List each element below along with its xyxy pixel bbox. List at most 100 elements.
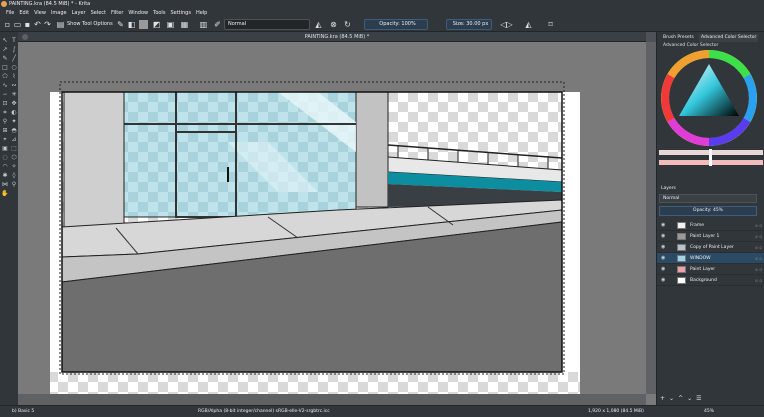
text-tool-icon[interactable]: T [10,36,18,45]
layer-row-selected[interactable]: ◉ WINDOW ⊘ α [657,253,764,264]
reload-preset-icon[interactable]: ↻ [343,20,352,29]
select-shapes-tool-icon[interactable]: ↖ [1,36,9,45]
layer-lock-icon[interactable]: ⊘ α [755,253,762,264]
visibility-eye-icon[interactable]: ◉ [661,220,667,231]
move-layer-up-icon[interactable]: ^ [678,392,683,405]
zoom-level[interactable]: 45% [704,406,714,417]
menu-window[interactable]: Window [128,9,148,17]
document-tab[interactable]: PAINTING.kra (84.5 MiB) * [18,32,656,42]
layer-lock-icon[interactable]: ⊘ α [755,275,762,286]
ellipse-tool-icon[interactable]: ○ [10,63,18,72]
new-document-icon[interactable]: ▫ [3,20,12,29]
fill-mode-icon[interactable]: ▣ [166,20,175,29]
layer-opacity-slider[interactable]: Opacity: 45% [659,206,757,216]
visibility-eye-icon[interactable]: ◉ [661,275,667,286]
reference-tool-icon[interactable]: ▣ [1,144,9,153]
layer-properties-icon[interactable]: ☰ [696,392,701,405]
visibility-eye-icon[interactable]: ◉ [661,242,667,253]
size-slider[interactable]: Size: 30.00 px [446,19,492,30]
fg-bg-color-icon[interactable]: ◩ [152,20,161,29]
layer-lock-icon[interactable]: ⊘ α [755,264,762,275]
freehand-path-tool-icon[interactable]: ∾ [10,81,18,90]
layout-icon[interactable]: ▦ [180,20,189,29]
eraser-icon[interactable]: ◭ [314,20,323,29]
undo-icon[interactable]: ↶ [33,20,42,29]
smart-patch-tool-icon[interactable]: ⊞ [1,126,9,135]
menu-file[interactable]: File [6,9,14,17]
canvas-area[interactable]: PAINTING.kra (84.5 MiB) * [18,32,656,405]
menu-tools[interactable]: Tools [153,9,165,17]
menu-edit[interactable]: Edit [19,9,29,17]
layer-row[interactable]: ◉ Copy of Paint Layer ⊘ α [657,242,764,253]
layer-row[interactable]: ◉ Paint Layer 1 ⊘ α [657,231,764,242]
open-document-icon[interactable]: ▭ [13,20,22,29]
menu-image[interactable]: Image [51,9,67,17]
polygon-tool-icon[interactable]: ⬠ [1,72,9,81]
bezier-tool-icon[interactable]: ∿ [1,81,9,90]
tab-advanced-color-selector[interactable]: Advanced Color Selector [699,34,759,42]
visibility-eye-icon[interactable]: ◉ [661,264,667,275]
pattern-swatch-icon[interactable] [139,20,148,29]
layer-row[interactable]: ◉ Paint Layer ⊘ α [657,264,764,275]
layer-lock-icon[interactable]: ⊘ α [755,242,762,253]
pan-tool-icon[interactable]: ✋ [1,189,9,198]
save-icon[interactable]: ▪ [23,20,32,29]
calligraphy-tool-icon[interactable]: ∫ [10,45,18,54]
tool-options-icon[interactable]: ▤ [56,20,65,29]
tab-brush-presets[interactable]: Brush Presets [661,34,696,42]
layer-lock-icon[interactable]: ⊘ α [755,220,762,231]
vertical-scrollbar[interactable] [646,42,656,394]
menu-help[interactable]: Help [196,9,207,17]
redo-icon[interactable]: ↷ [43,20,52,29]
layer-blend-mode-dropdown[interactable]: Normal [659,194,757,203]
menu-view[interactable]: View [34,9,46,17]
blend-mode-dropdown[interactable]: Normal [224,19,310,30]
ellipse-select-tool-icon[interactable]: ◌ [1,153,9,162]
visibility-eye-icon[interactable]: ◉ [661,253,667,264]
rect-select-tool-icon[interactable]: ⬚ [10,144,18,153]
color-wheel[interactable] [659,50,763,178]
mirror-horizontal-icon[interactable]: ◁▷ [500,20,512,29]
opacity-slider[interactable]: Opacity: 100% [364,19,428,30]
menu-filter[interactable]: Filter [111,9,123,17]
status-brush-preset[interactable]: b) Basic 5 [12,406,34,417]
freehand-select-tool-icon[interactable]: ◠ [1,162,9,171]
layer-row[interactable]: ◉ Background ⊘ α [657,275,764,286]
show-tool-options-button[interactable]: Show Tool Options [67,19,113,30]
move-layer-down-icon[interactable]: ⌄ [687,392,692,405]
visibility-eye-icon[interactable]: ◉ [661,231,667,242]
add-layer-icon[interactable]: + [660,392,665,405]
move-tool-icon[interactable]: ✥ [10,99,18,108]
brush-editor-icon[interactable]: ✎ [116,20,125,29]
colorize-mask-tool-icon[interactable]: ✦ [10,117,18,126]
freehand-brush-tool-icon[interactable]: ✎ [1,54,9,63]
multibrush-tool-icon[interactable]: ✳ [10,90,18,99]
dynamic-brush-tool-icon[interactable]: ∽ [1,90,9,99]
crop-tool-icon[interactable]: ⌗ [1,108,9,117]
transform-tool-icon[interactable]: ⊡ [1,99,9,108]
polygon-select-tool-icon[interactable]: ⬡ [10,153,18,162]
gradient-icon[interactable]: ◧ [127,20,136,29]
similar-select-tool-icon[interactable]: ✱ [1,171,9,180]
rectangle-tool-icon[interactable]: □ [1,63,9,72]
menu-select[interactable]: Select [91,9,106,17]
brush-presets-icon[interactable]: ▥ [199,20,208,29]
contiguous-select-tool-icon[interactable]: ✧ [10,162,18,171]
zoom-tool-icon[interactable]: ⚲ [10,180,18,189]
gradient-tool-icon[interactable]: ◐ [10,108,18,117]
layer-lock-icon[interactable]: ⊘ α [755,231,762,242]
menu-settings[interactable]: Settings [170,9,191,17]
close-document-icon[interactable] [22,34,28,40]
edit-shapes-tool-icon[interactable]: ↗ [1,45,9,54]
wrap-around-icon[interactable]: ⌑ [546,20,555,29]
measure-tool-icon[interactable]: ⊿ [10,135,18,144]
horizontal-scrollbar[interactable] [18,394,646,405]
color-picker-tool-icon[interactable]: ⚲ [1,117,9,126]
mirror-vertical-icon[interactable]: ◭ [524,20,533,29]
preserve-alpha-icon[interactable]: ⊗ [329,20,338,29]
polyline-tool-icon[interactable]: ⌇ [10,72,18,81]
layer-row[interactable]: ◉ Frame ⊘ α [657,220,764,231]
fill-tool-icon[interactable]: ◓ [10,126,18,135]
bezier-select-tool-icon[interactable]: ◊ [10,171,18,180]
line-tool-icon[interactable]: ╱ [10,54,18,63]
